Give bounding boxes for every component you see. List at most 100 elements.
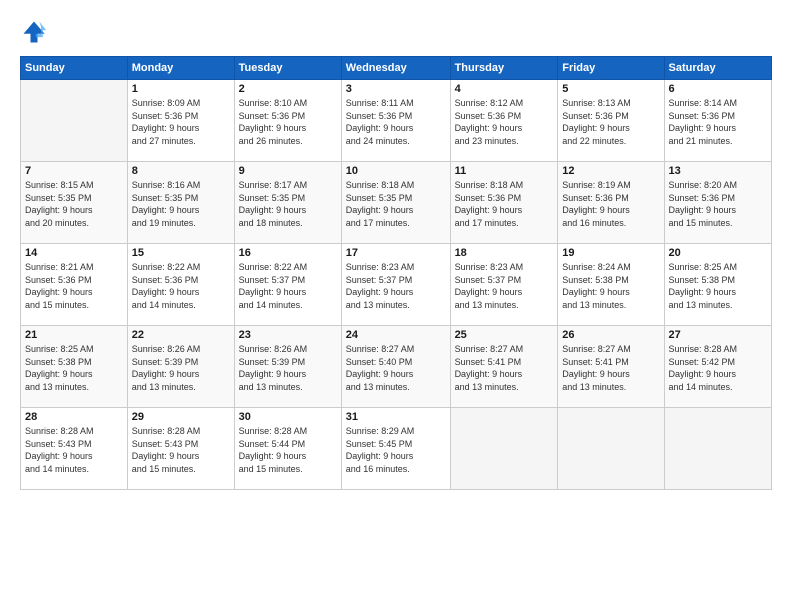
day-info: Sunrise: 8:24 AM Sunset: 5:38 PM Dayligh… — [562, 261, 659, 311]
calendar-cell: 15 Sunrise: 8:22 AM Sunset: 5:36 PM Dayli… — [127, 244, 234, 326]
day-number: 3 — [346, 83, 446, 95]
day-info: Sunrise: 8:21 AM Sunset: 5:36 PM Dayligh… — [25, 261, 123, 311]
calendar-cell — [558, 408, 664, 490]
calendar-cell: 27 Sunrise: 8:28 AM Sunset: 5:42 PM Dayli… — [664, 326, 771, 408]
day-info: Sunrise: 8:27 AM Sunset: 5:41 PM Dayligh… — [562, 343, 659, 393]
logo-icon — [20, 18, 48, 46]
calendar-table: SundayMondayTuesdayWednesdayThursdayFrid… — [20, 56, 772, 490]
calendar-cell: 26 Sunrise: 8:27 AM Sunset: 5:41 PM Dayli… — [558, 326, 664, 408]
calendar-header-row: SundayMondayTuesdayWednesdayThursdayFrid… — [21, 57, 772, 80]
column-header-sunday: Sunday — [21, 57, 128, 80]
calendar-cell: 28 Sunrise: 8:28 AM Sunset: 5:43 PM Dayli… — [21, 408, 128, 490]
day-info: Sunrise: 8:28 AM Sunset: 5:42 PM Dayligh… — [669, 343, 767, 393]
column-header-monday: Monday — [127, 57, 234, 80]
calendar-week-1: 1 Sunrise: 8:09 AM Sunset: 5:36 PM Daylig… — [21, 80, 772, 162]
day-number: 7 — [25, 165, 123, 177]
calendar-cell: 29 Sunrise: 8:28 AM Sunset: 5:43 PM Dayli… — [127, 408, 234, 490]
day-info: Sunrise: 8:18 AM Sunset: 5:36 PM Dayligh… — [455, 179, 554, 229]
calendar-cell: 13 Sunrise: 8:20 AM Sunset: 5:36 PM Dayli… — [664, 162, 771, 244]
day-number: 26 — [562, 329, 659, 341]
calendar-cell: 20 Sunrise: 8:25 AM Sunset: 5:38 PM Dayli… — [664, 244, 771, 326]
day-number: 1 — [132, 83, 230, 95]
calendar-cell: 6 Sunrise: 8:14 AM Sunset: 5:36 PM Daylig… — [664, 80, 771, 162]
day-number: 21 — [25, 329, 123, 341]
calendar-cell: 5 Sunrise: 8:13 AM Sunset: 5:36 PM Daylig… — [558, 80, 664, 162]
day-number: 12 — [562, 165, 659, 177]
day-info: Sunrise: 8:14 AM Sunset: 5:36 PM Dayligh… — [669, 97, 767, 147]
day-info: Sunrise: 8:10 AM Sunset: 5:36 PM Dayligh… — [239, 97, 337, 147]
day-info: Sunrise: 8:09 AM Sunset: 5:36 PM Dayligh… — [132, 97, 230, 147]
day-number: 4 — [455, 83, 554, 95]
day-info: Sunrise: 8:17 AM Sunset: 5:35 PM Dayligh… — [239, 179, 337, 229]
calendar-cell: 31Sunrise: 8:29 AM Sunset: 5:45 PM Dayli… — [341, 408, 450, 490]
calendar-week-5: 28 Sunrise: 8:28 AM Sunset: 5:43 PM Dayli… — [21, 408, 772, 490]
day-number: 28 — [25, 411, 123, 423]
calendar-cell: 3 Sunrise: 8:11 AM Sunset: 5:36 PM Daylig… — [341, 80, 450, 162]
column-header-wednesday: Wednesday — [341, 57, 450, 80]
day-info: Sunrise: 8:25 AM Sunset: 5:38 PM Dayligh… — [25, 343, 123, 393]
day-info: Sunrise: 8:27 AM Sunset: 5:40 PM Dayligh… — [346, 343, 446, 393]
calendar-cell: 1 Sunrise: 8:09 AM Sunset: 5:36 PM Daylig… — [127, 80, 234, 162]
day-info: Sunrise: 8:23 AM Sunset: 5:37 PM Dayligh… — [346, 261, 446, 311]
calendar-week-3: 14 Sunrise: 8:21 AM Sunset: 5:36 PM Dayli… — [21, 244, 772, 326]
day-info: Sunrise: 8:27 AM Sunset: 5:41 PM Dayligh… — [455, 343, 554, 393]
day-info: Sunrise: 8:25 AM Sunset: 5:38 PM Dayligh… — [669, 261, 767, 311]
day-number: 29 — [132, 411, 230, 423]
header — [20, 18, 772, 46]
day-number: 30 — [239, 411, 337, 423]
column-header-friday: Friday — [558, 57, 664, 80]
calendar-cell: 22 Sunrise: 8:26 AM Sunset: 5:39 PM Dayli… — [127, 326, 234, 408]
day-info: Sunrise: 8:20 AM Sunset: 5:36 PM Dayligh… — [669, 179, 767, 229]
day-number: 25 — [455, 329, 554, 341]
calendar-cell: 7 Sunrise: 8:15 AM Sunset: 5:35 PM Daylig… — [21, 162, 128, 244]
calendar-cell: 17Sunrise: 8:23 AM Sunset: 5:37 PM Dayli… — [341, 244, 450, 326]
day-number: 5 — [562, 83, 659, 95]
column-header-saturday: Saturday — [664, 57, 771, 80]
calendar-cell: 10Sunrise: 8:18 AM Sunset: 5:35 PM Dayli… — [341, 162, 450, 244]
day-info: Sunrise: 8:15 AM Sunset: 5:35 PM Dayligh… — [25, 179, 123, 229]
calendar-cell — [450, 408, 558, 490]
day-info: Sunrise: 8:29 AM Sunset: 5:45 PM Dayligh… — [346, 425, 446, 475]
day-number: 15 — [132, 247, 230, 259]
calendar-week-2: 7 Sunrise: 8:15 AM Sunset: 5:35 PM Daylig… — [21, 162, 772, 244]
day-number: 16 — [239, 247, 337, 259]
calendar-cell: 9Sunrise: 8:17 AM Sunset: 5:35 PM Daylig… — [234, 162, 341, 244]
column-header-thursday: Thursday — [450, 57, 558, 80]
day-info: Sunrise: 8:19 AM Sunset: 5:36 PM Dayligh… — [562, 179, 659, 229]
day-info: Sunrise: 8:22 AM Sunset: 5:36 PM Dayligh… — [132, 261, 230, 311]
column-header-tuesday: Tuesday — [234, 57, 341, 80]
calendar-cell: 18Sunrise: 8:23 AM Sunset: 5:37 PM Dayli… — [450, 244, 558, 326]
day-number: 27 — [669, 329, 767, 341]
calendar-week-4: 21 Sunrise: 8:25 AM Sunset: 5:38 PM Dayli… — [21, 326, 772, 408]
day-info: Sunrise: 8:11 AM Sunset: 5:36 PM Dayligh… — [346, 97, 446, 147]
day-number: 8 — [132, 165, 230, 177]
calendar-cell: 8 Sunrise: 8:16 AM Sunset: 5:35 PM Daylig… — [127, 162, 234, 244]
day-info: Sunrise: 8:28 AM Sunset: 5:43 PM Dayligh… — [132, 425, 230, 475]
day-info: Sunrise: 8:22 AM Sunset: 5:37 PM Dayligh… — [239, 261, 337, 311]
day-number: 22 — [132, 329, 230, 341]
day-number: 6 — [669, 83, 767, 95]
day-info: Sunrise: 8:13 AM Sunset: 5:36 PM Dayligh… — [562, 97, 659, 147]
day-number: 10 — [346, 165, 446, 177]
day-info: Sunrise: 8:26 AM Sunset: 5:39 PM Dayligh… — [132, 343, 230, 393]
day-info: Sunrise: 8:16 AM Sunset: 5:35 PM Dayligh… — [132, 179, 230, 229]
day-info: Sunrise: 8:28 AM Sunset: 5:44 PM Dayligh… — [239, 425, 337, 475]
calendar-cell: 25 Sunrise: 8:27 AM Sunset: 5:41 PM Dayli… — [450, 326, 558, 408]
day-info: Sunrise: 8:28 AM Sunset: 5:43 PM Dayligh… — [25, 425, 123, 475]
day-info: Sunrise: 8:26 AM Sunset: 5:39 PM Dayligh… — [239, 343, 337, 393]
day-number: 13 — [669, 165, 767, 177]
day-number: 14 — [25, 247, 123, 259]
day-number: 24 — [346, 329, 446, 341]
day-number: 23 — [239, 329, 337, 341]
logo — [20, 18, 52, 46]
day-number: 19 — [562, 247, 659, 259]
calendar-cell: 19 Sunrise: 8:24 AM Sunset: 5:38 PM Dayli… — [558, 244, 664, 326]
calendar-cell: 4Sunrise: 8:12 AM Sunset: 5:36 PM Daylig… — [450, 80, 558, 162]
calendar-cell: 24 Sunrise: 8:27 AM Sunset: 5:40 PM Dayli… — [341, 326, 450, 408]
calendar-cell: 2 Sunrise: 8:10 AM Sunset: 5:36 PM Daylig… — [234, 80, 341, 162]
calendar-cell: 12 Sunrise: 8:19 AM Sunset: 5:36 PM Dayli… — [558, 162, 664, 244]
day-number: 2 — [239, 83, 337, 95]
calendar-cell — [664, 408, 771, 490]
day-number: 20 — [669, 247, 767, 259]
calendar-cell: 21 Sunrise: 8:25 AM Sunset: 5:38 PM Dayli… — [21, 326, 128, 408]
